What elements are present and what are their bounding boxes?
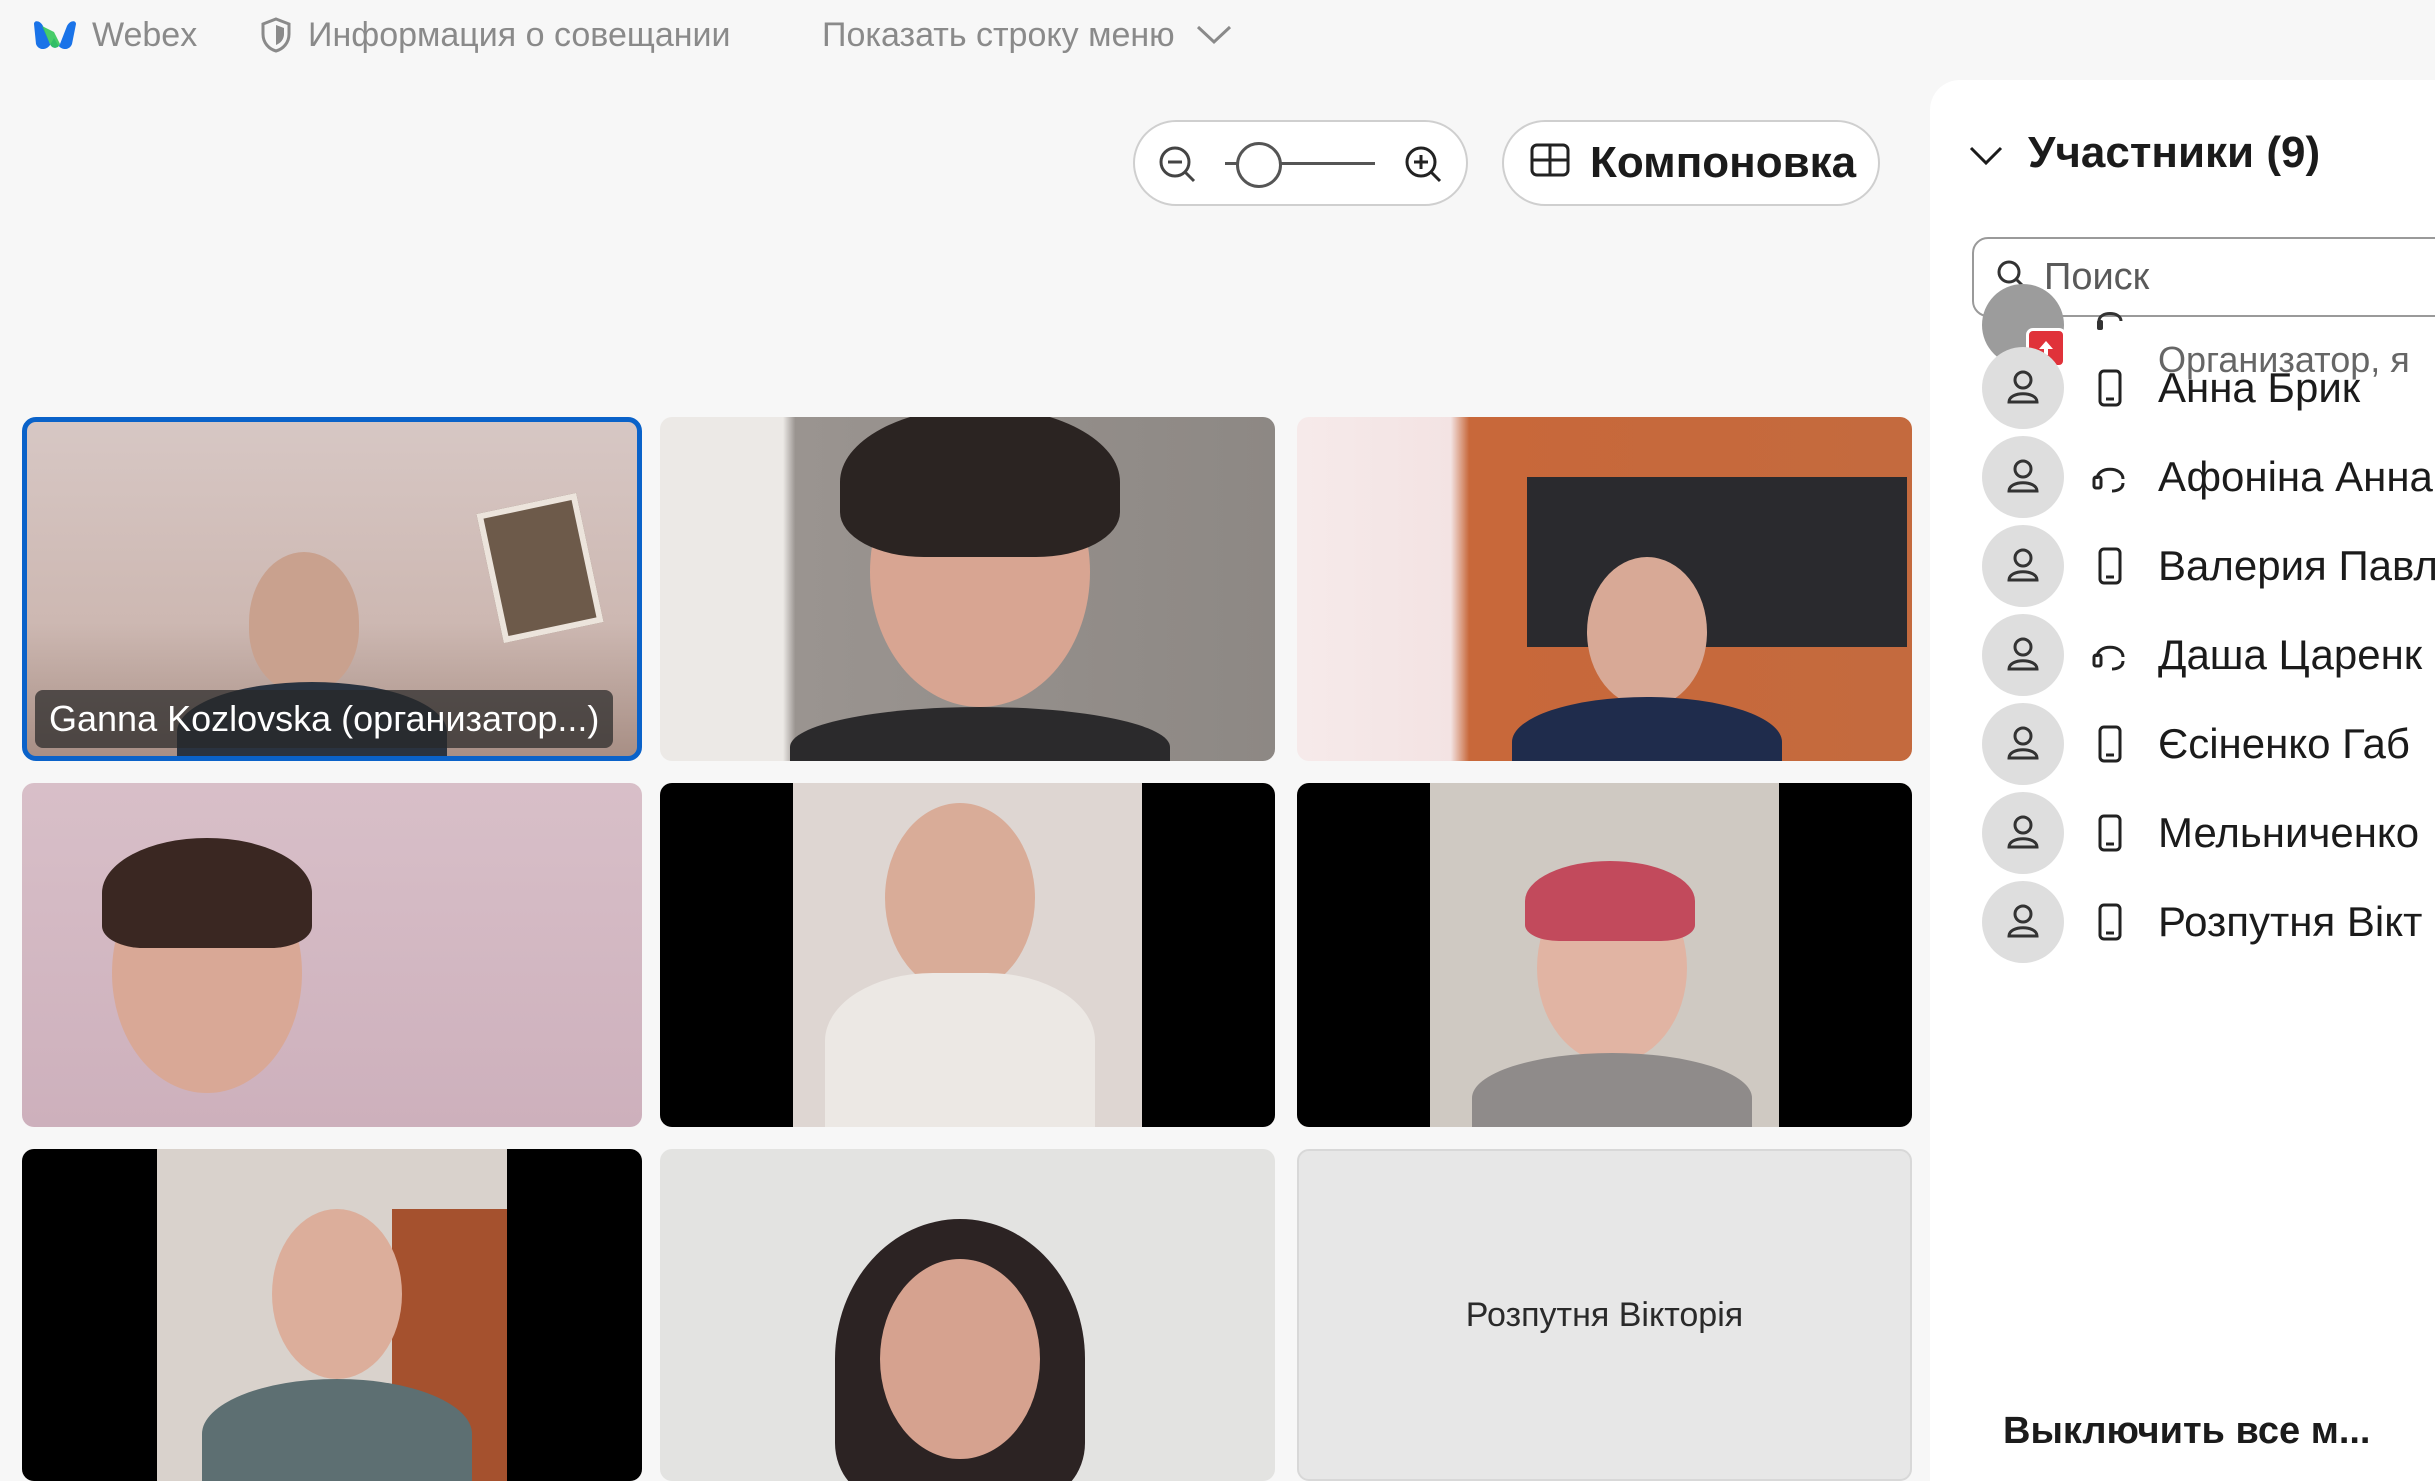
video-tile[interactable] xyxy=(660,1149,1275,1481)
participant-name: Афоніна Анна xyxy=(2158,453,2433,500)
zoom-slider-thumb[interactable] xyxy=(1236,142,1282,188)
participant-name: Валерия Павл xyxy=(2158,542,2435,589)
headset-icon xyxy=(2080,457,2140,497)
participant-name: Анна Брик xyxy=(2158,364,2361,411)
participant-row[interactable]: Розпутня Вікт xyxy=(1982,877,2422,967)
letterbox-bar-left xyxy=(1297,783,1430,1127)
meeting-info-label: Информация о совещании xyxy=(308,15,731,54)
mute-all-button[interactable]: Выключить все м... xyxy=(2003,1410,2371,1453)
letterbox-bar-right xyxy=(1779,783,1912,1127)
layout-button[interactable]: Компоновка xyxy=(1502,120,1880,206)
headset-icon xyxy=(2080,635,2140,675)
meeting-info-button[interactable]: Информация о совещании xyxy=(260,0,731,70)
participant-row[interactable]: Мельниченко xyxy=(1982,788,2419,878)
participant-name-tag: Ganna Kozlovska (организатор...) xyxy=(35,690,614,748)
app-name: Webex xyxy=(92,15,198,54)
video-tile[interactable] xyxy=(22,783,642,1127)
participant-hair xyxy=(102,838,312,948)
phone-icon xyxy=(2080,813,2140,853)
participant-video-body xyxy=(1512,697,1782,761)
participant-name: Розпутня Вікт xyxy=(2158,898,2423,945)
participant-video-body xyxy=(825,973,1095,1127)
person-icon xyxy=(2003,811,2043,856)
person-icon xyxy=(2003,722,2043,767)
chevron-down-icon xyxy=(1195,24,1233,46)
zoom-in-icon[interactable] xyxy=(1403,144,1443,189)
zoom-out-icon[interactable] xyxy=(1157,144,1197,189)
participant-video-silhouette xyxy=(880,1259,1040,1459)
participant-video-silhouette xyxy=(885,803,1035,993)
letterbox-bar-left xyxy=(660,783,793,1127)
show-menu-label: Показать строку меню xyxy=(822,15,1175,54)
participant-row[interactable]: Валерия Павл xyxy=(1982,521,2435,611)
kitchen-cabinets xyxy=(1527,477,1907,647)
person-icon xyxy=(2003,900,2043,945)
video-tile[interactable]: Ganna Kozlovska (организатор...) xyxy=(22,417,642,761)
participant-row[interactable]: Єсіненко Габ xyxy=(1982,699,2410,789)
avatar xyxy=(1982,881,2064,963)
avatar xyxy=(1982,525,2064,607)
zoom-control xyxy=(1133,120,1468,206)
participant-video-body xyxy=(790,707,1170,761)
participant-name: Єсіненко Габ xyxy=(2158,720,2410,767)
grid-layout-icon xyxy=(1530,138,1590,188)
participant-video-silhouette xyxy=(249,552,359,692)
webex-logo-icon xyxy=(30,18,78,52)
avatar xyxy=(1982,792,2064,874)
layout-label: Компоновка xyxy=(1590,138,1857,187)
phone-icon xyxy=(2080,546,2140,586)
person-icon xyxy=(2003,366,2043,411)
show-menu-bar-button[interactable]: Показать строку меню xyxy=(822,0,1233,70)
headset-icon xyxy=(2080,303,2140,337)
zoom-slider[interactable] xyxy=(1225,142,1375,188)
participant-row[interactable]: Анна Брик xyxy=(1982,343,2360,433)
shield-icon xyxy=(260,17,292,53)
phone-icon xyxy=(2080,902,2140,942)
video-tile[interactable] xyxy=(660,417,1275,761)
participants-panel: Участники (9) Организатор, я Анна БрикАф… xyxy=(1930,80,2435,1481)
wall-picture xyxy=(476,492,604,644)
participants-title: Участники (9) xyxy=(2028,128,2321,177)
participant-hair xyxy=(840,417,1120,557)
participant-name: Даша Царенк xyxy=(2158,631,2423,678)
video-tile[interactable] xyxy=(660,783,1275,1127)
avatar xyxy=(1982,347,2064,429)
participant-video-body xyxy=(202,1379,472,1481)
letterbox-bar-right xyxy=(507,1149,642,1481)
participant-name: Мельниченко xyxy=(2158,809,2420,856)
search-input[interactable] xyxy=(2042,254,2426,300)
video-tile[interactable] xyxy=(1297,417,1912,761)
chevron-down-icon xyxy=(1968,128,2028,178)
webex-app-menu[interactable]: Webex xyxy=(30,0,197,70)
letterbox-bar-left xyxy=(22,1149,157,1481)
participant-row[interactable]: Афоніна Анна xyxy=(1982,432,2433,522)
video-tile[interactable] xyxy=(22,1149,642,1481)
avatar xyxy=(1982,436,2064,518)
participant-row[interactable]: Даша Царенк xyxy=(1982,610,2422,700)
participant-video-silhouette xyxy=(1587,557,1707,707)
participant-placeholder-name: Розпутня Вікторія xyxy=(1465,1296,1744,1334)
participants-panel-header[interactable]: Участники (9) xyxy=(1968,128,2320,178)
avatar xyxy=(1982,614,2064,696)
phone-icon xyxy=(2080,368,2140,408)
letterbox-bar-right xyxy=(1142,783,1275,1127)
person-icon xyxy=(2003,455,2043,500)
participant-hair xyxy=(1525,861,1695,941)
top-bar: Webex Информация о совещании Показать ст… xyxy=(0,0,1930,70)
participant-video-body xyxy=(1472,1053,1752,1127)
video-tile-placeholder[interactable]: Розпутня Вікторія xyxy=(1297,1149,1912,1481)
avatar xyxy=(1982,703,2064,785)
phone-icon xyxy=(2080,724,2140,764)
participant-video-silhouette xyxy=(272,1209,402,1379)
person-icon xyxy=(2003,633,2043,678)
person-icon xyxy=(2003,544,2043,589)
video-tile[interactable] xyxy=(1297,783,1912,1127)
